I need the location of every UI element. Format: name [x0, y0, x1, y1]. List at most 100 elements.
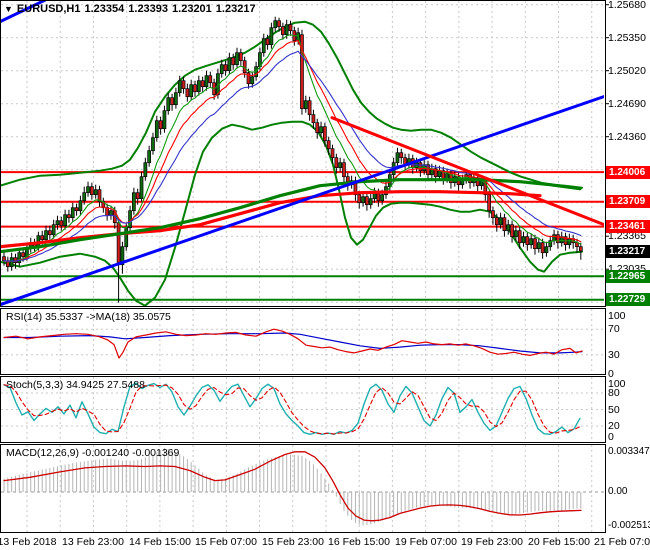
bull-candle	[166, 97, 171, 112]
bull-candle	[498, 217, 503, 226]
bull-candle	[529, 238, 534, 246]
bull-candle	[395, 152, 400, 164]
bull-candle	[189, 84, 194, 98]
bear-candle	[578, 246, 583, 252]
bull-candle	[536, 242, 541, 250]
bull-candle	[78, 200, 83, 212]
bear-candle	[525, 236, 530, 246]
bull-candle	[514, 230, 518, 238]
bull-candle	[521, 236, 526, 244]
bull-candle	[9, 257, 14, 268]
bear-candle	[21, 252, 25, 258]
bear-candle	[223, 64, 228, 72]
bear-candle	[307, 100, 312, 116]
bear-candle	[311, 114, 316, 124]
bear-candle	[491, 210, 495, 219]
chart-canvas[interactable]	[0, 0, 650, 550]
bull-candle	[269, 27, 274, 46]
bear-candle	[315, 122, 320, 134]
bear-candle	[13, 257, 18, 264]
bear-candle	[265, 38, 270, 46]
bull-candle	[17, 252, 22, 264]
bull-candle	[44, 230, 48, 241]
bear-candle	[517, 230, 522, 244]
bear-candle	[399, 152, 404, 159]
bull-candle	[319, 126, 323, 134]
bear-candle	[510, 224, 514, 238]
bear-candle	[135, 192, 140, 200]
mt4-chart-window: ▼ EURUSD,H1 1.23354 1.23393 1.23201 1.23217 R…	[0, 0, 650, 550]
bear-candle	[487, 194, 491, 212]
bull-candle	[174, 92, 178, 106]
bear-candle	[326, 140, 331, 150]
bull-candle	[147, 150, 152, 164]
bull-candle	[380, 194, 385, 202]
bull-candle	[303, 100, 308, 110]
bull-candle	[567, 238, 572, 246]
bear-candle	[502, 217, 507, 232]
bear-candle	[288, 24, 293, 32]
bull-candle	[338, 162, 343, 169]
bull-candle	[139, 176, 144, 200]
bollinger-upper-band	[1, 20, 583, 189]
bear-candle	[2, 256, 6, 262]
bear-candle	[90, 186, 94, 196]
bull-candle	[70, 207, 75, 219]
bull-candle	[284, 24, 289, 36]
bear-candle	[59, 220, 64, 227]
bull-candle	[55, 220, 60, 226]
bull-candle	[124, 227, 129, 248]
bull-candle	[86, 186, 90, 194]
bull-candle	[261, 38, 266, 54]
bull-candle	[132, 192, 136, 212]
bull-candle	[63, 214, 67, 227]
bear-candle	[208, 75, 213, 84]
bear-candle	[494, 217, 499, 226]
bull-candle	[219, 64, 224, 75]
bear-candle	[323, 126, 327, 142]
bull-candle	[177, 80, 182, 94]
bear-candle	[357, 194, 362, 204]
bear-candle	[40, 235, 45, 241]
bear-candle	[330, 148, 335, 159]
bull-candle	[82, 192, 87, 202]
bear-candle	[116, 222, 121, 266]
bear-candle	[200, 80, 205, 88]
bear-candle	[47, 230, 52, 236]
short-blue-top-left	[1, 1, 47, 23]
bear-candle	[185, 88, 190, 98]
bull-candle	[93, 189, 98, 196]
bull-candle	[196, 80, 201, 93]
bull-candle	[361, 196, 365, 204]
bear-candle	[193, 84, 197, 93]
bear-candle	[540, 242, 545, 254]
bull-candle	[250, 76, 255, 85]
bear-candle	[533, 238, 537, 250]
bear-candle	[365, 196, 369, 206]
bull-candle	[154, 120, 159, 139]
bear-candle	[170, 97, 174, 106]
bull-candle	[151, 137, 155, 152]
macd-panel-border	[0, 444, 606, 533]
stoch-main-line	[3, 382, 581, 435]
bull-candle	[273, 20, 278, 29]
bull-candle	[227, 57, 232, 72]
bull-candle	[368, 198, 373, 206]
bear-candle	[181, 80, 186, 90]
bear-candle	[158, 120, 163, 130]
bull-candle	[235, 52, 239, 66]
bull-candle	[506, 224, 511, 232]
bull-candle	[204, 75, 209, 88]
bear-candle	[238, 52, 243, 62]
bull-candle	[51, 224, 56, 236]
bear-candle	[334, 157, 339, 169]
bull-candle	[552, 234, 556, 242]
bear-candle	[376, 192, 381, 202]
bear-candle	[74, 207, 79, 212]
bull-candle	[544, 246, 549, 254]
rsi-panel-border	[0, 308, 606, 375]
bear-candle	[67, 214, 71, 219]
bear-candle	[277, 20, 281, 28]
bear-candle	[281, 26, 285, 36]
bull-candle	[445, 173, 449, 180]
